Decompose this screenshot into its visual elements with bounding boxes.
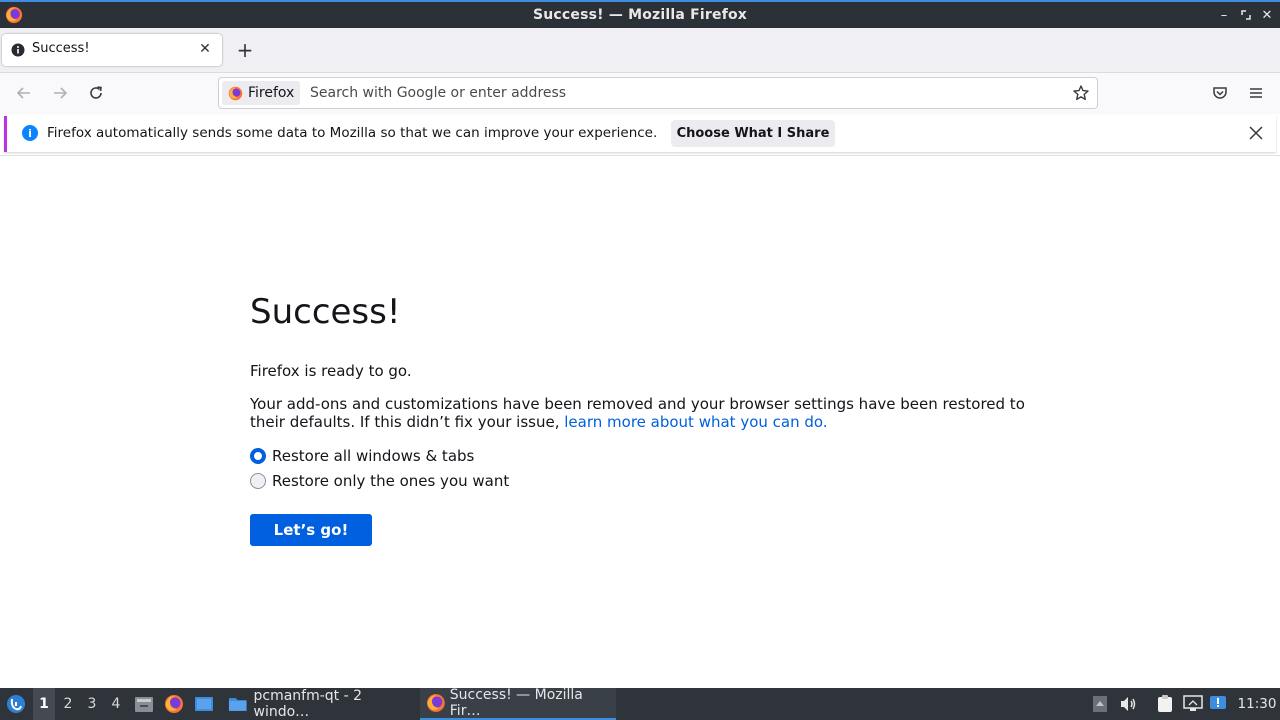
tab-label: Success! <box>32 41 90 56</box>
identity-label: Firefox <box>248 85 295 101</box>
pocket-icon[interactable] <box>1208 81 1232 105</box>
divider <box>0 155 1280 156</box>
file-manager-launcher-icon[interactable] <box>132 688 156 720</box>
radio-unselected-icon[interactable] <box>250 473 266 489</box>
description-paragraph: Your add-ons and customizations have bee… <box>250 395 1050 431</box>
task-label: pcmanfm-qt - 2 windo… <box>253 688 363 720</box>
tab-strip: Success! ✕ + <box>0 28 1280 72</box>
minimize-icon[interactable]: – <box>1214 4 1234 26</box>
learn-more-link[interactable]: learn more about what you can do. <box>564 413 827 431</box>
notification-message: Firefox automatically sends some data to… <box>47 125 658 141</box>
network-icon[interactable] <box>1182 688 1204 720</box>
close-icon[interactable] <box>1246 123 1266 143</box>
notification-icon[interactable] <box>1208 688 1228 720</box>
close-window-icon[interactable]: ✕ <box>1257 4 1277 26</box>
window-title: Success! — Mozilla Firefox <box>532 7 748 23</box>
navigation-toolbar: Firefox <box>0 72 1280 114</box>
restore-all-label[interactable]: Restore all windows & tabs <box>272 447 474 465</box>
desktop-launcher-icon[interactable] <box>192 688 216 720</box>
clipboard-icon[interactable] <box>1155 688 1175 720</box>
hamburger-menu-icon[interactable] <box>1244 81 1268 105</box>
url-input[interactable] <box>310 81 1050 105</box>
radio-selected-icon[interactable] <box>250 448 266 464</box>
tab-success[interactable]: Success! ✕ <box>2 34 222 66</box>
tab-close-icon[interactable]: ✕ <box>196 40 214 58</box>
identity-box[interactable]: Firefox <box>222 81 301 105</box>
clock[interactable]: 11:30 <box>1236 688 1278 720</box>
workspace-1[interactable]: 1 <box>33 688 55 720</box>
forward-arrow-icon[interactable] <box>48 81 72 105</box>
workspace-2[interactable]: 2 <box>57 688 79 720</box>
data-reporting-notification: i Firefox automatically sends some data … <box>4 116 1276 152</box>
restore-some-option[interactable]: Restore only the ones you want <box>250 471 509 491</box>
taskbar: 1 2 3 4 pcmanfm-qt - 2 windo… Success! —… <box>0 687 1280 720</box>
window-titlebar: Success! — Mozilla Firefox – ✕ <box>0 0 1280 28</box>
address-bar[interactable]: Firefox <box>218 77 1098 109</box>
folder-icon <box>228 698 247 711</box>
info-icon <box>11 43 25 57</box>
restore-some-label[interactable]: Restore only the ones you want <box>272 472 509 490</box>
workspace-4[interactable]: 4 <box>105 688 127 720</box>
new-tab-icon[interactable]: + <box>234 38 256 62</box>
info-icon: i <box>22 125 38 141</box>
volume-icon[interactable] <box>1118 688 1138 720</box>
back-arrow-icon[interactable] <box>12 81 36 105</box>
task-label: Success! — Mozilla Fir… <box>449 687 583 719</box>
firefox-icon <box>426 694 445 712</box>
reload-icon[interactable] <box>84 81 108 105</box>
firefox-logo-icon <box>228 86 243 101</box>
bookmark-star-icon[interactable] <box>1071 83 1091 103</box>
tray-up-arrow-icon[interactable] <box>1090 688 1110 720</box>
ready-text: Firefox is ready to go. <box>250 362 412 380</box>
workspace-3[interactable]: 3 <box>81 688 103 720</box>
restore-all-option[interactable]: Restore all windows & tabs <box>250 446 474 466</box>
task-pcmanfm[interactable]: pcmanfm-qt - 2 windo… <box>222 688 418 720</box>
maximize-icon[interactable] <box>1236 4 1256 26</box>
lets-go-button[interactable]: Let’s go! <box>250 514 372 546</box>
choose-what-i-share-button[interactable]: Choose What I Share <box>671 120 835 147</box>
firefox-launcher-icon[interactable] <box>162 688 186 720</box>
start-menu-icon[interactable] <box>2 688 30 720</box>
page-title: Success! <box>250 292 401 332</box>
task-firefox[interactable]: Success! — Mozilla Fir… <box>420 687 616 720</box>
firefox-logo-icon <box>5 6 23 24</box>
